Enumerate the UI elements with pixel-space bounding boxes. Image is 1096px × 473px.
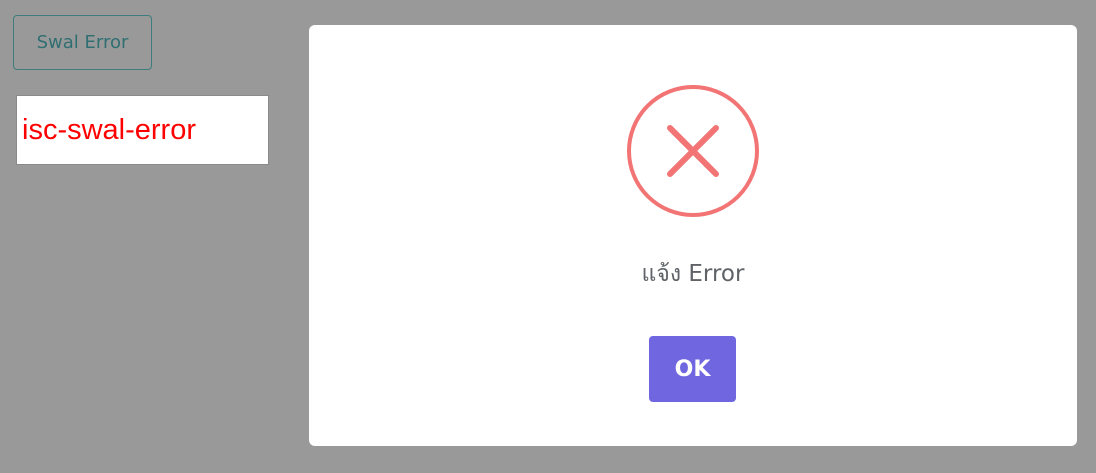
error-x-icon [627, 85, 759, 217]
swal-error-button-label: Swal Error [36, 32, 129, 53]
class-label-text: isc-swal-error [22, 113, 196, 146]
class-label-box: isc-swal-error [16, 95, 269, 165]
ok-button[interactable]: OK [649, 336, 736, 402]
page: { "trigger_button": { "label": "Swal Err… [0, 0, 1096, 473]
ok-button-label: OK [674, 356, 711, 382]
error-modal: แจ้ง Error OK [309, 25, 1077, 446]
modal-title: แจ้ง Error [641, 261, 745, 287]
swal-error-button[interactable]: Swal Error [13, 15, 152, 70]
